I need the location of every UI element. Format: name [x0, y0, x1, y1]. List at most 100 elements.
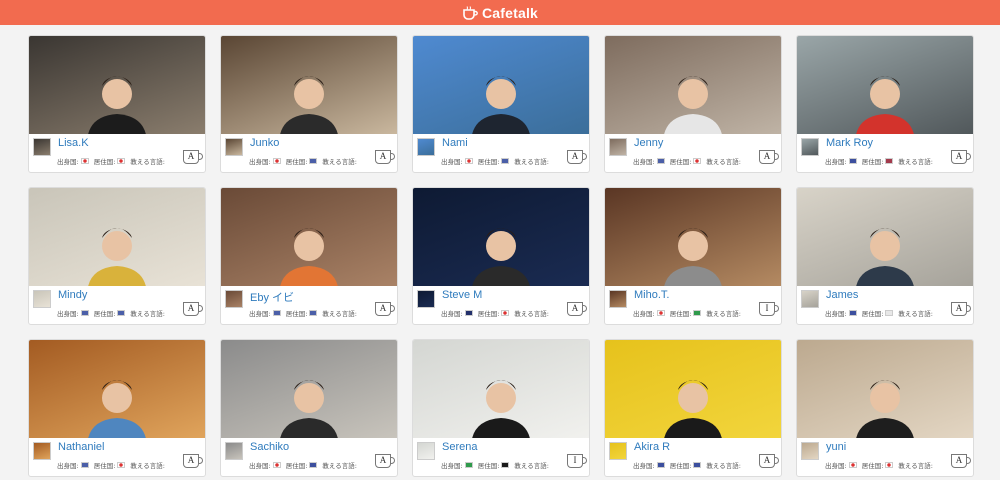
tutor-card[interactable]: James 出身国: 居住国: 教える言語: A: [796, 187, 974, 325]
language-cup-icon[interactable]: I: [567, 454, 587, 468]
language-cup-icon[interactable]: A: [567, 302, 587, 316]
person-silhouette-icon: [88, 76, 146, 134]
tutor-photo[interactable]: [797, 340, 973, 438]
language-cup-icon[interactable]: A: [951, 150, 971, 164]
language-cup-icon[interactable]: I: [759, 302, 779, 316]
language-cup-icon[interactable]: A: [567, 150, 587, 164]
residence-flag-icon: [309, 462, 318, 468]
tutor-avatar[interactable]: [609, 442, 627, 460]
teaches-label: 教える言語:: [706, 158, 741, 166]
tutor-photo[interactable]: [29, 340, 205, 438]
tutor-photo[interactable]: [221, 36, 397, 134]
cafetalk-logo[interactable]: Cafetalk: [462, 5, 538, 21]
tutor-meta: 出身国: 居住国: 教える言語:: [249, 460, 393, 470]
tutor-card[interactable]: Nathaniel 出身国: 居住国: 教える言語: A: [28, 339, 206, 477]
tutor-card[interactable]: Akira R 出身国: 居住国: 教える言語: A: [604, 339, 782, 477]
origin-flag-icon: [80, 310, 89, 316]
tutor-meta: 出身国: 居住国: 教える言語:: [441, 460, 585, 470]
tutor-name[interactable]: Jenny: [634, 137, 663, 149]
tutor-photo[interactable]: [29, 36, 205, 134]
language-cup-icon[interactable]: A: [375, 454, 395, 468]
tutor-photo[interactable]: [29, 188, 205, 286]
tutor-photo[interactable]: [413, 188, 589, 286]
tutor-photo[interactable]: [797, 36, 973, 134]
tutor-avatar[interactable]: [801, 442, 819, 460]
tutor-name[interactable]: Nami: [442, 137, 468, 149]
tutor-photo[interactable]: [605, 36, 781, 134]
tutor-name[interactable]: Nathaniel: [58, 441, 104, 453]
tutor-info: James 出身国: 居住国: 教える言語: A: [797, 286, 973, 324]
language-cup-icon[interactable]: A: [951, 302, 971, 316]
tutor-avatar[interactable]: [225, 138, 243, 156]
language-cup-icon[interactable]: A: [759, 454, 779, 468]
tutor-card[interactable]: yuni 出身国: 居住国: 教える言語: A: [796, 339, 974, 477]
tutor-avatar[interactable]: [225, 442, 243, 460]
tutor-avatar[interactable]: [609, 290, 627, 308]
tutor-avatar[interactable]: [417, 138, 435, 156]
tutor-name[interactable]: Mindy: [58, 289, 87, 301]
tutor-name[interactable]: Junko: [250, 137, 279, 149]
language-cup-icon[interactable]: A: [375, 302, 395, 316]
tutor-card[interactable]: Jenny 出身国: 居住国: 教える言語: A: [604, 35, 782, 173]
tutor-avatar[interactable]: [417, 442, 435, 460]
language-cup-icon[interactable]: A: [183, 302, 203, 316]
tutor-name[interactable]: Sachiko: [250, 441, 289, 453]
tutor-photo[interactable]: [797, 188, 973, 286]
tutor-name[interactable]: Miho.T.: [634, 289, 669, 301]
residence-label: 居住国:: [861, 310, 884, 318]
tutor-card[interactable]: Nami 出身国: 居住国: 教える言語: A: [412, 35, 590, 173]
tutor-card[interactable]: Mark Roy 出身国: 居住国: 教える言語: A: [796, 35, 974, 173]
tutor-name[interactable]: Steve M: [442, 289, 482, 301]
tutor-avatar[interactable]: [801, 138, 819, 156]
cup-logo-icon: [463, 5, 478, 20]
tutor-avatar[interactable]: [33, 290, 51, 308]
tutor-name[interactable]: Serena: [442, 441, 477, 453]
tutor-card[interactable]: Sachiko 出身国: 居住国: 教える言語: A: [220, 339, 398, 477]
residence-label: 居住国:: [669, 310, 692, 318]
person-silhouette-icon: [280, 76, 338, 134]
tutor-card[interactable]: Mindy 出身国: 居住国: 教える言語: A: [28, 187, 206, 325]
tutor-meta: 出身国: 居住国: 教える言語:: [249, 156, 393, 166]
tutor-card[interactable]: Junko 出身国: 居住国: 教える言語: A: [220, 35, 398, 173]
tutor-meta: 出身国: 居住国: 教える言語:: [441, 156, 585, 166]
tutor-name[interactable]: Mark Roy: [826, 137, 873, 149]
teaches-label: 教える言語:: [322, 462, 357, 470]
language-cup-icon[interactable]: A: [183, 454, 203, 468]
language-cup-icon[interactable]: A: [759, 150, 779, 164]
tutor-photo[interactable]: [605, 188, 781, 286]
tutor-meta: 出身国: 居住国: 教える言語:: [633, 460, 777, 470]
tutor-avatar[interactable]: [33, 138, 51, 156]
language-cup-icon[interactable]: A: [951, 454, 971, 468]
tutor-photo[interactable]: [413, 36, 589, 134]
tutor-name[interactable]: James: [826, 289, 858, 301]
tutor-name[interactable]: Eby イビ: [250, 289, 294, 305]
residence-flag-icon: [501, 158, 510, 164]
tutor-avatar[interactable]: [33, 442, 51, 460]
tutor-photo[interactable]: [221, 340, 397, 438]
tutor-photo[interactable]: [221, 188, 397, 286]
tutor-name[interactable]: yuni: [826, 441, 846, 453]
person-silhouette-icon: [88, 380, 146, 438]
tutor-photo[interactable]: [413, 340, 589, 438]
tutor-card[interactable]: Lisa.K 出身国: 居住国: 教える言語: A: [28, 35, 206, 173]
origin-label: 出身国:: [633, 310, 655, 318]
tutor-photo[interactable]: [605, 340, 781, 438]
tutor-avatar[interactable]: [801, 290, 819, 308]
residence-label: 居住国:: [285, 310, 308, 318]
tutor-info: Sachiko 出身国: 居住国: 教える言語: A: [221, 438, 397, 476]
tutor-name[interactable]: Akira R: [634, 441, 670, 453]
tutor-card[interactable]: Serena 出身国: 居住国: 教える言語: I: [412, 339, 590, 477]
tutor-avatar[interactable]: [609, 138, 627, 156]
language-cup-icon[interactable]: A: [183, 150, 203, 164]
tutor-avatar[interactable]: [225, 290, 243, 308]
tutor-avatar[interactable]: [417, 290, 435, 308]
tutor-name[interactable]: Lisa.K: [58, 137, 89, 149]
teaches-label: 教える言語:: [706, 310, 741, 318]
origin-label: 出身国:: [441, 462, 463, 470]
tutor-info: Serena 出身国: 居住国: 教える言語: I: [413, 438, 589, 476]
tutor-card[interactable]: Eby イビ 出身国: 居住国: 教える言語: A: [220, 187, 398, 325]
tutor-card[interactable]: Steve M 出身国: 居住国: 教える言語: A: [412, 187, 590, 325]
language-cup-icon[interactable]: A: [375, 150, 395, 164]
origin-label: 出身国:: [249, 310, 271, 318]
tutor-card[interactable]: Miho.T. 出身国: 居住国: 教える言語: I: [604, 187, 782, 325]
